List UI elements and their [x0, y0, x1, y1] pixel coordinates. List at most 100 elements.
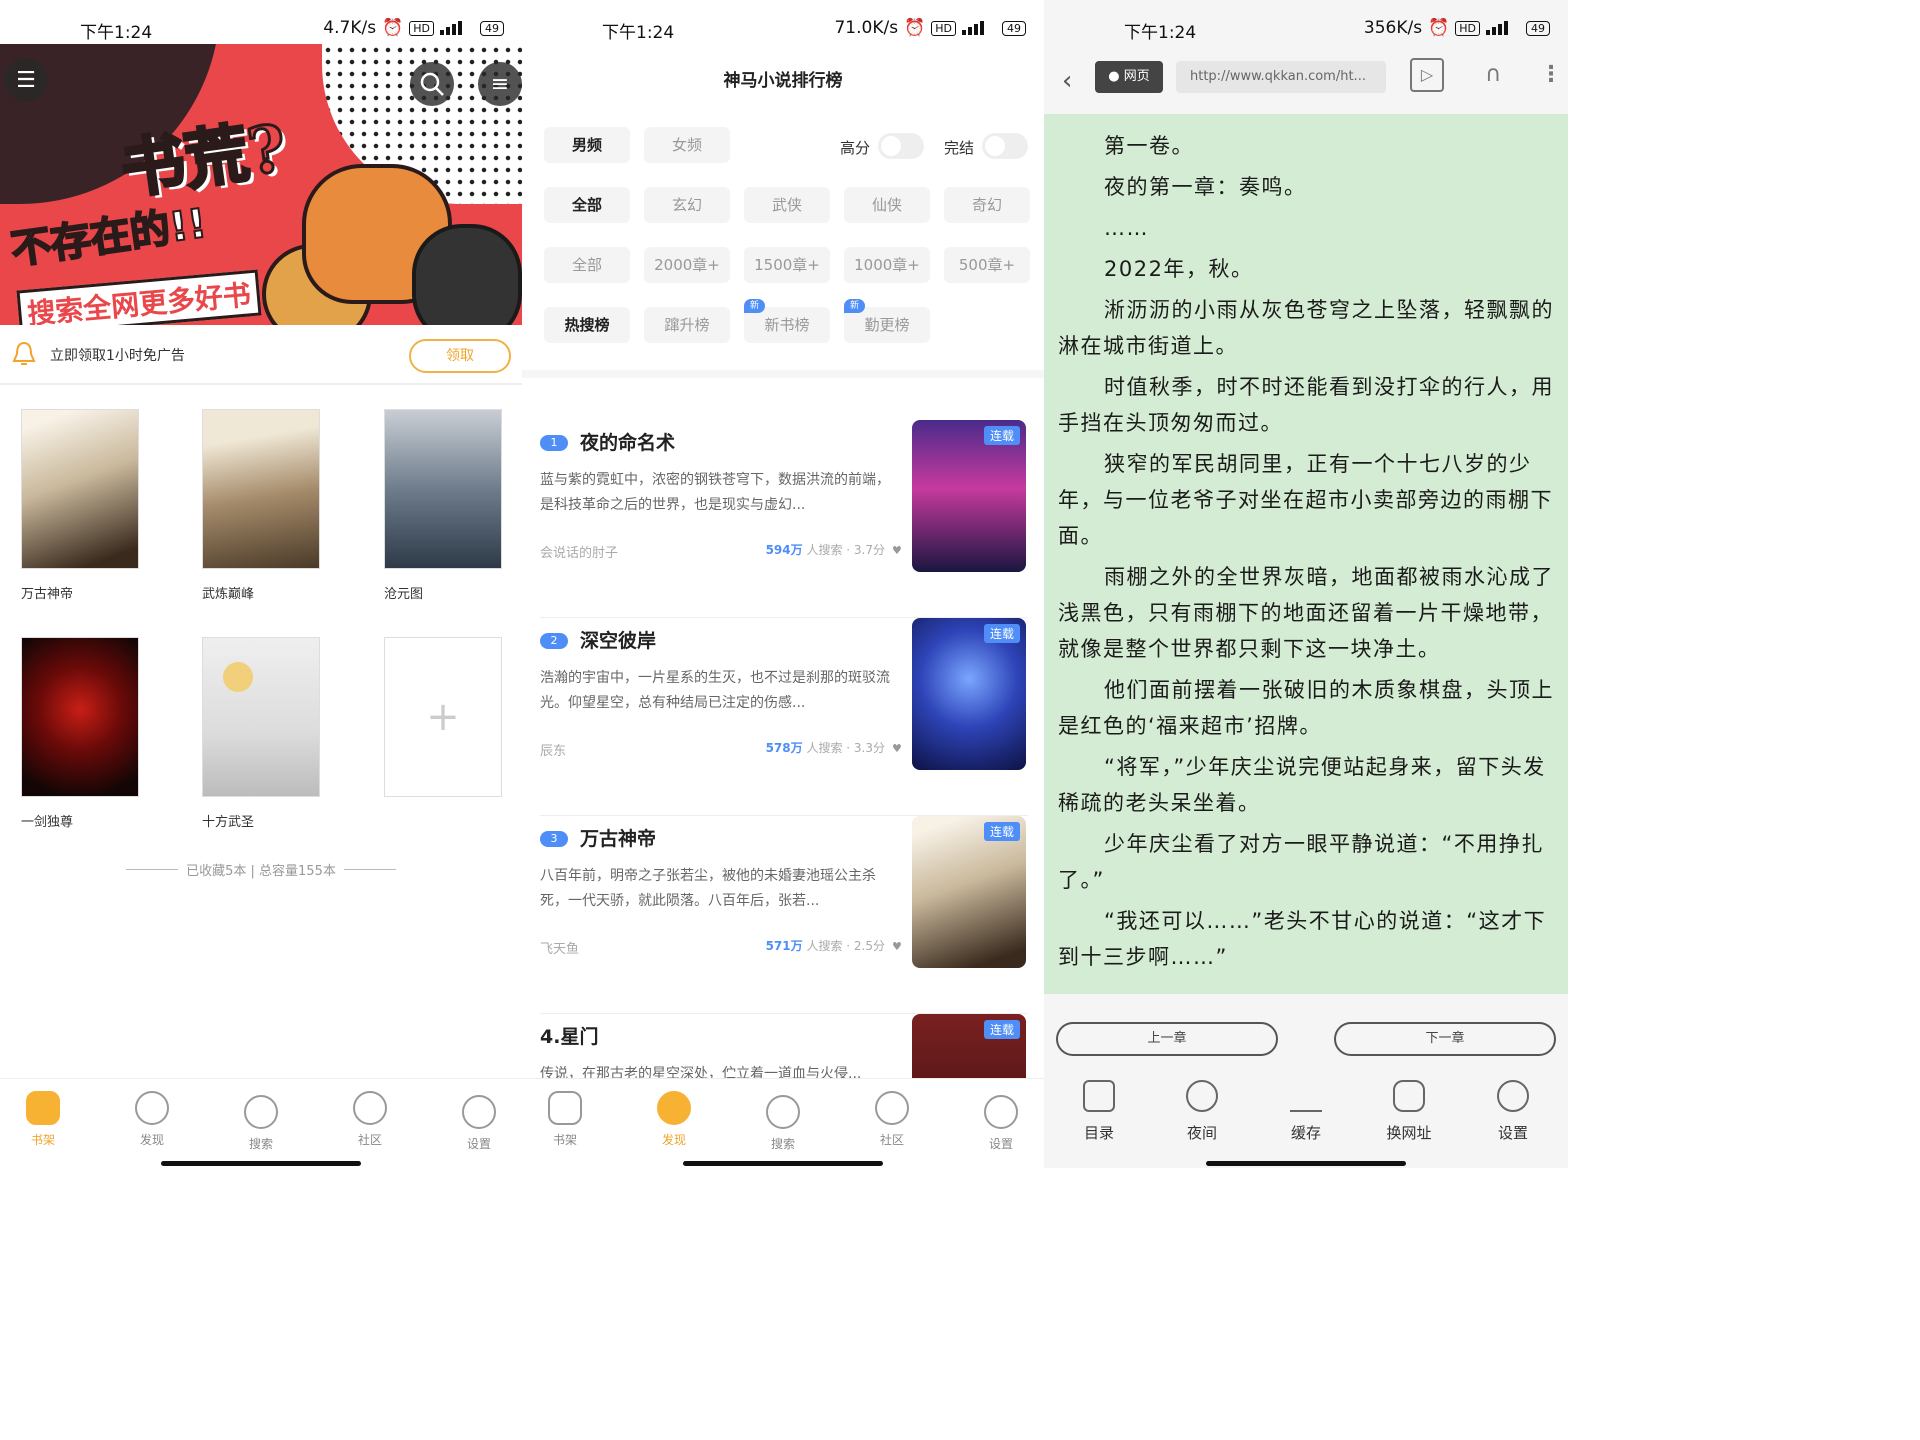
book-title: 武炼巅峰: [202, 587, 255, 602]
ranking-item[interactable]: 1 夜的命名术 蓝与紫的霓虹中，浓密的钢铁苍穹下，数据洪流的前端，是科技革命之后…: [540, 420, 1028, 618]
length-500[interactable]: 500章+: [944, 247, 1030, 283]
tab-settings[interactable]: 设置: [444, 1095, 514, 1152]
genre-xianxia[interactable]: 仙侠: [844, 187, 930, 223]
filter-male[interactable]: 男频: [544, 127, 630, 163]
book-title: 4.星门: [540, 1026, 599, 1048]
ranking-item[interactable]: 2 深空彼岸 浩瀚的宇宙中，一片星系的生灭，也不过是刹那的斑驳流光。仰望星空，总…: [540, 618, 1028, 816]
menu-icon[interactable]: ☰: [4, 58, 48, 102]
book-cover: [384, 409, 502, 569]
genre-all[interactable]: 全部: [544, 187, 630, 223]
book-stats: 578万 人搜索 · 3.3分: [765, 741, 885, 755]
high-score-toggle[interactable]: [878, 133, 924, 159]
more-icon[interactable]: ⋮: [1534, 58, 1568, 92]
completed-toggle[interactable]: [982, 133, 1028, 159]
bookshelf-screen: 下午1:24 4.7K/s ⏰ HD 49 书荒? 不存在的!! 搜索全网更多好…: [0, 0, 522, 1168]
reader-bottom-bar: 目录 夜间 缓存 换网址 设置: [1044, 1064, 1568, 1168]
community-icon: [875, 1091, 909, 1125]
dislike-icon[interactable]: ♥: [892, 544, 902, 557]
cache-button[interactable]: 缓存: [1271, 1080, 1341, 1143]
book-title: 夜的命名术: [580, 432, 676, 454]
gear-icon: [1497, 1080, 1529, 1112]
claim-button[interactable]: 领取: [409, 339, 511, 373]
switch-source-icon: [1393, 1080, 1425, 1112]
alarm-icon: ⏰: [382, 18, 404, 38]
catalog-button[interactable]: 目录: [1064, 1080, 1134, 1143]
genre-xuanhuan[interactable]: 玄幻: [644, 187, 730, 223]
tab-discover[interactable]: 发现: [639, 1091, 709, 1148]
list-rising[interactable]: 蹿升榜: [644, 307, 730, 343]
hd-icon: HD: [1455, 20, 1480, 36]
more-menu-icon[interactable]: ≡: [478, 62, 522, 106]
hd-icon: HD: [409, 20, 434, 36]
filter-female[interactable]: 女频: [644, 127, 730, 163]
night-mode-button[interactable]: 夜间: [1167, 1080, 1237, 1143]
book-item[interactable]: 武炼巅峰: [202, 409, 320, 602]
paragraph: 他们面前摆着一张破旧的木质象棋盘，头顶上是红色的‘福来超市’招牌。: [1058, 678, 1554, 738]
signal-icon: [440, 21, 474, 35]
battery-icon: 49: [480, 20, 504, 36]
back-icon[interactable]: ‹: [1062, 66, 1072, 96]
reader-settings-button[interactable]: 设置: [1478, 1080, 1548, 1143]
reading-content[interactable]: 第一卷。 夜的第一章：奏鸣。 …… 2022年，秋。 淅沥沥的小雨从灰色苍穹之上…: [1044, 114, 1568, 994]
paragraph: 2022年，秋。: [1104, 257, 1254, 281]
headphones-icon[interactable]: ∩: [1476, 58, 1510, 92]
search-icon[interactable]: [410, 62, 454, 106]
book-item[interactable]: 一剑独尊: [21, 637, 139, 830]
paragraph: “我还可以……”老头不甘心的说道：“这才下到十三步啊……”: [1058, 909, 1547, 969]
paragraph: 夜的第一章：奏鸣。: [1104, 175, 1307, 199]
alarm-icon: ⏰: [1428, 18, 1450, 38]
web-mode-tag[interactable]: ● 网页: [1095, 61, 1163, 93]
book-item[interactable]: 沧元图: [384, 409, 502, 602]
prev-chapter-button[interactable]: 上一章: [1056, 1022, 1278, 1056]
book-item[interactable]: 十方武圣: [202, 637, 320, 830]
list-new-books[interactable]: 新新书榜: [744, 299, 830, 343]
book-item[interactable]: 万古神帝: [21, 409, 139, 602]
home-indicator[interactable]: [1206, 1161, 1406, 1166]
length-all[interactable]: 全部: [544, 247, 630, 283]
tab-community[interactable]: 社区: [335, 1091, 405, 1148]
switch-source-button[interactable]: 换网址: [1374, 1080, 1444, 1143]
tab-settings[interactable]: 设置: [966, 1095, 1036, 1152]
tab-search[interactable]: 搜索: [748, 1095, 818, 1152]
paragraph: 狭窄的军民胡同里，正有一个十七八岁的少年，与一位老爷子对坐在超市小卖部旁边的雨棚…: [1058, 452, 1553, 548]
paragraph: 时值秋季，时不时还能看到没打伞的行人，用手挡在头顶匆匆而过。: [1058, 375, 1554, 435]
genre-fantasy[interactable]: 奇幻: [944, 187, 1030, 223]
play-icon[interactable]: ▷: [1410, 58, 1444, 92]
tab-search[interactable]: 搜索: [226, 1095, 296, 1152]
tab-community[interactable]: 社区: [857, 1091, 927, 1148]
gear-icon: [984, 1095, 1018, 1129]
ranking-item[interactable]: 3 万古神帝 八百年前，明帝之子张若尘，被他的未婚妻池瑶公主杀死，一代天骄，就此…: [540, 816, 1028, 1014]
dislike-icon[interactable]: ♥: [892, 940, 902, 953]
length-1000[interactable]: 1000章+: [844, 247, 930, 283]
url-field[interactable]: http://www.qkkan.com/ht...: [1176, 61, 1386, 93]
battery-icon: 49: [1526, 20, 1550, 36]
length-2000[interactable]: 2000章+: [644, 247, 730, 283]
banner-caption: 搜索全网更多好书: [16, 269, 262, 325]
signal-icon: [1486, 21, 1520, 35]
tab-discover[interactable]: 发现: [117, 1091, 187, 1148]
book-title: 沧元图: [384, 587, 424, 602]
next-chapter-button[interactable]: 下一章: [1334, 1022, 1556, 1056]
home-indicator[interactable]: [683, 1161, 883, 1166]
book-description: 蓝与紫的霓虹中，浓密的钢铁苍穹下，数据洪流的前端，是科技革命之后的世界，也是现实…: [540, 472, 890, 513]
dislike-icon[interactable]: ♥: [892, 742, 902, 755]
genre-wuxia[interactable]: 武侠: [744, 187, 830, 223]
promo-banner[interactable]: 书荒? 不存在的!! 搜索全网更多好书 ☰ ≡: [0, 44, 522, 325]
book-description: 浩瀚的宇宙中，一片星系的生灭，也不过是刹那的斑驳流光。仰望星空，总有种结局已注定…: [540, 670, 890, 711]
length-1500[interactable]: 1500章+: [744, 247, 830, 283]
network-speed: 4.7K/s: [323, 18, 377, 38]
add-book-button[interactable]: +: [384, 637, 502, 797]
bookshelf-icon: [26, 1091, 60, 1125]
toggle-label-completed: 完结: [944, 139, 975, 157]
tab-bookshelf[interactable]: 书架: [530, 1091, 600, 1148]
home-indicator[interactable]: [161, 1161, 361, 1166]
list-hot-search[interactable]: 热搜榜: [544, 307, 630, 343]
paragraph: 少年庆尘看了对方一眼平静说道：“不用挣扎了。”: [1058, 832, 1544, 892]
paragraph: 第一卷。: [1104, 134, 1194, 158]
alarm-icon: ⏰: [904, 18, 926, 38]
bell-icon: [12, 341, 36, 365]
list-frequent-updates[interactable]: 新勤更榜: [844, 299, 930, 343]
tab-bookshelf[interactable]: 书架: [8, 1091, 78, 1148]
serializing-tag: 连载: [983, 1020, 1020, 1039]
book-cover: [21, 409, 139, 569]
